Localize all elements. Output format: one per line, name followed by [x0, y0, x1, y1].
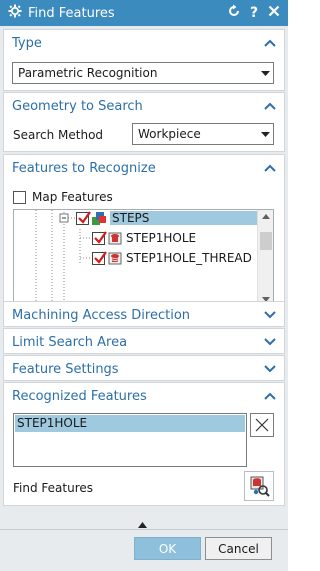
dropdown-arrow-icon — [257, 124, 273, 144]
section-limit-header[interactable]: Limit Search Area — [4, 329, 284, 355]
footer-divider — [0, 529, 288, 530]
tree-vertical-scrollbar[interactable] — [257, 210, 273, 306]
checkbox-checked[interactable] — [92, 230, 107, 245]
map-features-checkbox[interactable] — [13, 190, 26, 204]
section-machining-label: Machining Access Direction — [12, 307, 191, 323]
tree-item-step1hole[interactable]: STEP1HOLE — [92, 228, 196, 248]
section-recognized-features: Recognized Features STEP1HOLE Find Featu… — [3, 382, 285, 506]
remove-button[interactable] — [250, 413, 274, 437]
section-recognized-label: Recognized Features — [12, 388, 147, 404]
help-icon[interactable]: ? — [244, 5, 264, 21]
chevron-down-icon[interactable] — [264, 311, 276, 319]
dropdown-arrow-icon — [257, 63, 273, 83]
tree-item-label: STEP1HOLE_THREAD — [126, 251, 252, 265]
section-geometry-header[interactable]: Geometry to Search — [4, 93, 284, 119]
tree-item-step1hole-thread[interactable]: STEP1HOLE_THREAD — [92, 248, 252, 268]
gear-icon — [4, 4, 26, 22]
cancel-button[interactable]: Cancel — [205, 537, 272, 560]
section-limit-label: Limit Search Area — [12, 334, 128, 350]
close-icon — [255, 418, 269, 432]
section-feature-settings-header[interactable]: Feature Settings — [4, 356, 284, 382]
section-feature-settings-label: Feature Settings — [12, 361, 119, 377]
dialog-body: Type Parametric Recognition Geometry to … — [0, 26, 288, 571]
tree-item-label: STEPS — [110, 211, 262, 225]
tree-item-label: STEP1HOLE — [126, 231, 197, 245]
tree-item-steps[interactable]: STEPS — [76, 210, 262, 228]
search-method-dropdown[interactable]: Workpiece — [132, 123, 274, 145]
section-feature-settings: Feature Settings — [3, 355, 285, 381]
chevron-down-icon[interactable] — [264, 338, 276, 346]
chevron-up-icon[interactable] — [264, 39, 276, 47]
section-recognized-header[interactable]: Recognized Features — [4, 383, 284, 409]
checkbox-checked[interactable] — [76, 210, 91, 225]
section-limit-search: Limit Search Area — [3, 328, 285, 354]
section-features-label: Features to Recognize — [12, 160, 156, 176]
section-geometry: Geometry to Search Search Method Workpie… — [3, 92, 285, 152]
chevron-up-icon[interactable] — [264, 164, 276, 172]
close-icon[interactable] — [264, 5, 284, 21]
chevron-up-icon[interactable] — [264, 102, 276, 110]
scrollbar-thumb[interactable] — [260, 232, 272, 250]
search-method-value: Workpiece — [138, 127, 201, 141]
ok-button[interactable]: OK — [134, 537, 201, 560]
find-features-label: Find Features — [13, 481, 93, 495]
chevron-down-icon[interactable] — [264, 365, 276, 373]
reset-icon[interactable] — [224, 4, 244, 22]
section-type: Type Parametric Recognition — [3, 29, 285, 91]
scroll-up-icon[interactable] — [262, 214, 270, 219]
section-machining-access: Machining Access Direction — [3, 301, 285, 327]
feature-group-icon — [91, 210, 107, 226]
search-method-label: Search Method — [13, 128, 104, 142]
list-item[interactable]: STEP1HOLE — [15, 415, 245, 432]
section-machining-header[interactable]: Machining Access Direction — [4, 302, 284, 328]
section-type-label: Type — [12, 35, 42, 51]
title-bar: Find Features ? — [0, 0, 288, 26]
map-features-option[interactable]: Map Features — [13, 190, 113, 204]
find-features-icon — [250, 476, 270, 497]
section-features-header[interactable]: Features to Recognize — [4, 155, 284, 181]
thread-feature-icon — [107, 250, 123, 266]
recognized-features-list[interactable]: STEP1HOLE — [13, 413, 247, 467]
type-dropdown[interactable]: Parametric Recognition — [12, 62, 274, 84]
type-dropdown-value: Parametric Recognition — [18, 66, 158, 80]
map-features-label: Map Features — [32, 190, 113, 204]
hole-feature-icon — [107, 230, 123, 246]
section-type-header[interactable]: Type — [4, 30, 284, 56]
find-features-button[interactable] — [244, 471, 274, 501]
section-geometry-label: Geometry to Search — [12, 98, 143, 114]
window-title: Find Features — [28, 5, 115, 21]
checkbox-checked[interactable] — [92, 250, 107, 265]
chevron-up-icon[interactable] — [264, 392, 276, 400]
